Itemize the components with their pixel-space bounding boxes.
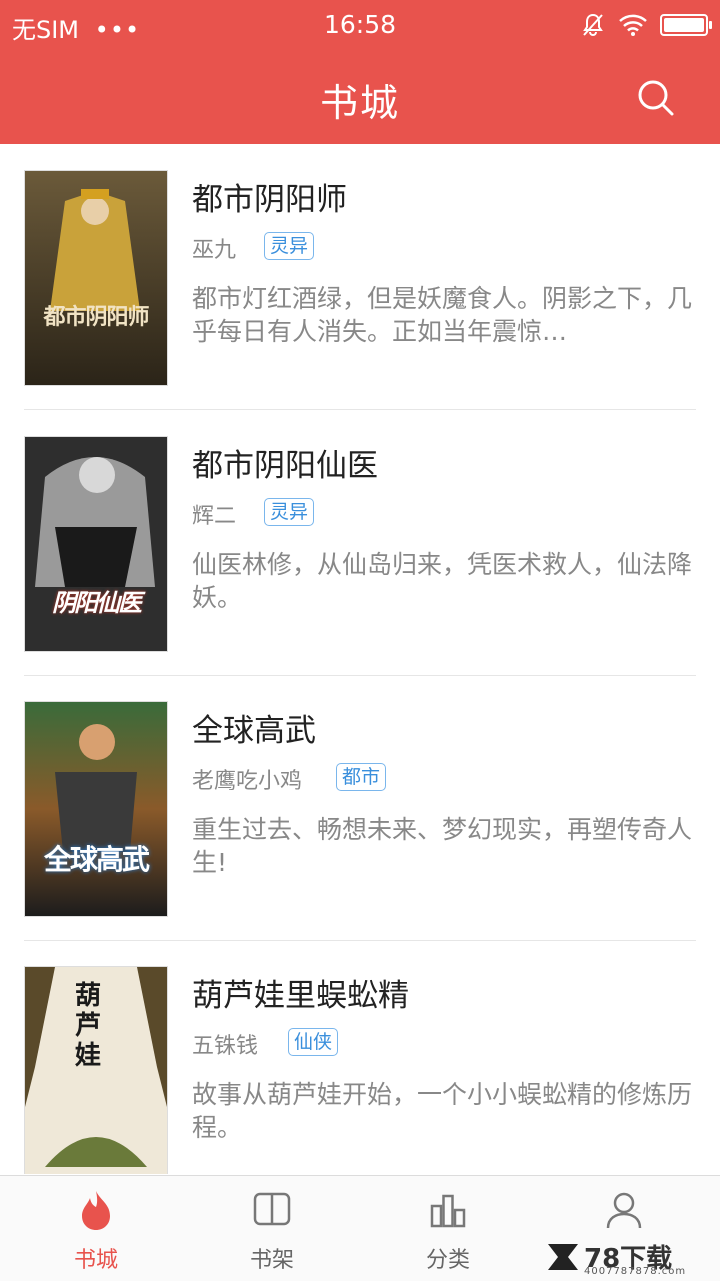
book-title: 葫芦娃里蜈蚣精 <box>192 978 409 1014</box>
book-description: 都市灯红酒绿，但是妖魔食人。阴影之下，几乎每日有人消失。正如当年震惊… <box>192 284 693 346</box>
battery-icon <box>660 14 712 36</box>
search-icon <box>638 80 674 116</box>
book-author: 巫九 <box>192 238 237 263</box>
category-icon <box>430 1194 466 1228</box>
tab-bookshelf[interactable]: 书架 <box>184 1176 360 1281</box>
book-item[interactable]: 葫芦娃 葫芦娃里蜈蚣精 五铢钱 仙侠 故事从葫芦娃开始，一个小小蜈蚣精的修炼历程… <box>24 940 696 1174</box>
cover-title: 阴阳仙医 <box>52 589 142 617</box>
genre-tag: 都市 <box>336 763 387 791</box>
status-bar: 无SIM ••• 16:58 <box>0 0 720 50</box>
book-title: 全球高武 <box>192 713 316 749</box>
genre-tag: 仙侠 <box>288 1028 339 1056</box>
tab-bookstore[interactable]: 书城 <box>8 1176 184 1281</box>
tab-category[interactable]: 分类 <box>360 1176 536 1281</box>
page-title: 书城 <box>319 81 400 125</box>
book-author: 老鹰吃小鸡 <box>192 769 303 794</box>
book-description: 故事从葫芦娃开始，一个小小蜈蚣精的修炼历程。 <box>192 1080 693 1142</box>
status-icons <box>580 10 712 40</box>
book-title: 都市阴阳仙医 <box>192 448 378 484</box>
tab-label: 书城 <box>73 1248 118 1273</box>
book-icon <box>253 1192 291 1226</box>
genre-tag: 灵异 <box>264 498 315 526</box>
user-icon <box>606 1192 642 1229</box>
cover-title: 全球高武 <box>43 843 150 876</box>
search-button[interactable] <box>636 78 676 118</box>
book-item[interactable]: 全球高武 全球高武 老鹰吃小鸡 都市 重生过去、畅想未来、梦幻现实，再塑传奇人生… <box>24 675 696 941</box>
watermark-logo-icon <box>548 1244 578 1270</box>
book-cover: 阴阳仙医 <box>24 436 168 652</box>
book-cover: 葫芦娃 <box>24 966 168 1174</box>
book-cover: 都市阴阳师 <box>24 170 168 386</box>
wifi-icon <box>619 14 647 36</box>
book-author: 辉二 <box>192 504 237 529</box>
book-list: 都市阴阳师 都市阴阳师 巫九 灵异 都市灯红酒绿，但是妖魔食人。阴影之下，几乎每… <box>0 144 720 1174</box>
tab-label: 分类 <box>425 1248 470 1273</box>
genre-tag: 灵异 <box>264 232 315 260</box>
battery-level <box>664 18 704 32</box>
top-bar: 无SIM ••• 16:58 书城 <box>0 0 720 144</box>
book-description: 重生过去、畅想未来、梦幻现实，再塑传奇人生! <box>192 815 693 877</box>
book-item[interactable]: 都市阴阳师 都市阴阳师 巫九 灵异 都市灯红酒绿，但是妖魔食人。阴影之下，几乎每… <box>24 144 696 410</box>
mute-bell-icon <box>583 13 603 36</box>
watermark-subtext: 4007787878.com <box>584 1266 687 1277</box>
book-description: 仙医林修，从仙岛归来，凭医术救人，仙法降妖。 <box>192 550 693 612</box>
book-author: 五铢钱 <box>192 1034 259 1059</box>
book-title: 都市阴阳师 <box>192 182 347 218</box>
watermark: 78下载 4007787878.com <box>546 1236 706 1280</box>
cover-title: 都市阴阳师 <box>43 305 149 330</box>
tab-label: 书架 <box>249 1248 294 1273</box>
book-item[interactable]: 阴阳仙医 都市阴阳仙医 辉二 灵异 仙医林修，从仙岛归来，凭医术救人，仙法降妖。 <box>24 410 696 676</box>
book-cover: 全球高武 <box>24 701 168 917</box>
cover-title: 葫芦娃 <box>75 981 102 1071</box>
flame-icon <box>82 1191 110 1230</box>
